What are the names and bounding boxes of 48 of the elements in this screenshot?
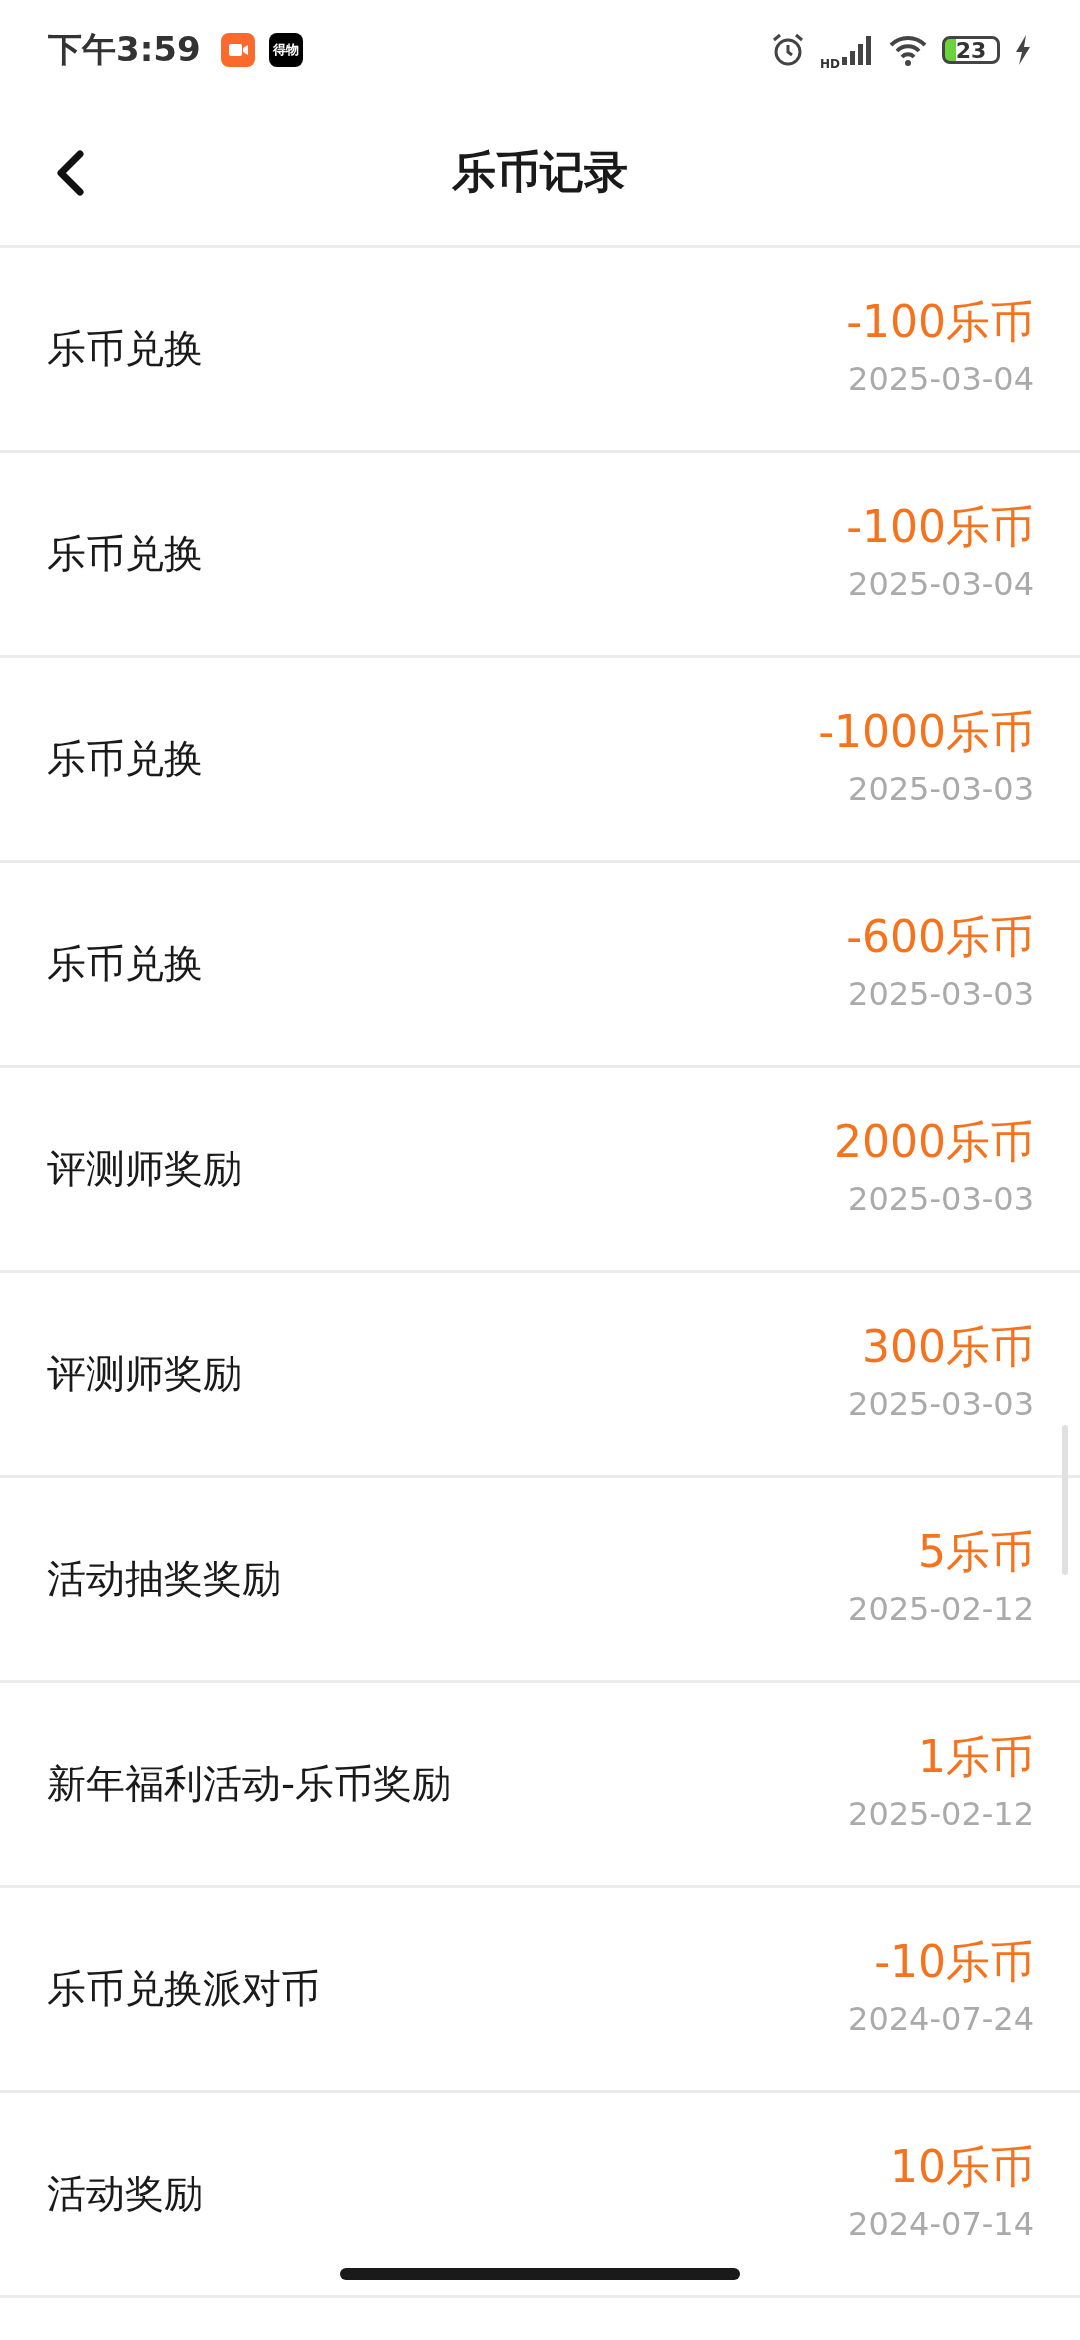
record-title: 新年福利活动-乐币奖励	[47, 1760, 452, 1808]
record-title: 评测师奖励	[47, 1350, 242, 1398]
record-date: 2025-03-03	[848, 974, 1034, 1013]
record-date: 2025-02-12	[848, 1794, 1034, 1833]
record-row[interactable]: 评测师奖励 300乐币 2025-03-03	[0, 1273, 1080, 1478]
record-amount: 2000乐币	[834, 1114, 1034, 1169]
app-notification-icon: 得物	[268, 33, 303, 67]
record-amount: 5乐币	[918, 1524, 1034, 1579]
record-title: 乐币兑换	[47, 325, 203, 373]
battery-indicator: 23	[942, 36, 1000, 64]
record-row[interactable]: 乐币兑换 -100乐币 2025-03-04	[0, 453, 1080, 658]
record-date: 2025-02-12	[848, 1589, 1034, 1628]
record-row[interactable]: 评测师奖励 2000乐币 2025-03-03	[0, 1068, 1080, 1273]
network-type-label: HD	[820, 57, 840, 71]
video-camera-icon	[220, 33, 255, 67]
record-date: 2024-07-14	[848, 2204, 1034, 2243]
record-date: 2025-03-03	[848, 1384, 1034, 1423]
record-amount: -600乐币	[846, 909, 1034, 964]
record-amount: 1乐币	[918, 1729, 1034, 1784]
record-date: 2025-03-04	[848, 359, 1034, 398]
record-amount: 300乐币	[862, 1319, 1034, 1374]
record-title: 评测师奖励	[47, 1145, 242, 1193]
record-title: 乐币兑换	[47, 530, 203, 578]
record-date: 2025-03-04	[848, 564, 1034, 603]
wifi-icon	[888, 33, 928, 67]
record-row[interactable]: 新年福利活动-乐币奖励 1乐币 2025-02-12	[0, 1683, 1080, 1888]
record-amount: -1000乐币	[818, 704, 1034, 759]
record-title: 乐币兑换	[47, 940, 203, 988]
record-row[interactable]: 乐币兑换派对币 -10乐币 2024-07-24	[0, 1888, 1080, 2093]
record-amount: -10乐币	[874, 1934, 1034, 1989]
record-row[interactable]: 乐币兑换 -1000乐币 2025-03-03	[0, 658, 1080, 863]
record-amount: -100乐币	[846, 499, 1034, 554]
status-time: 下午3:59	[48, 28, 201, 71]
record-title: 活动奖励	[47, 2170, 203, 2218]
record-title: 乐币兑换	[47, 735, 203, 783]
record-row[interactable]: 乐币兑换 -600乐币 2025-03-03	[0, 863, 1080, 1068]
record-row[interactable]: 乐币兑换 -100乐币 2025-03-04	[0, 248, 1080, 453]
signal-icon	[840, 33, 874, 67]
charging-bolt-icon	[1014, 35, 1032, 65]
record-title: 乐币兑换派对币	[47, 1965, 320, 2013]
record-title: 活动抽奖奖励	[47, 1555, 281, 1603]
record-date: 2024-07-24	[848, 1999, 1034, 2038]
alarm-clock-icon	[770, 32, 806, 68]
page-title: 乐币记录	[452, 145, 628, 199]
record-amount: 10乐币	[890, 2139, 1034, 2194]
record-date: 2025-03-03	[848, 769, 1034, 808]
record-date: 2025-03-03	[848, 1179, 1034, 1218]
record-amount: -100乐币	[846, 294, 1034, 349]
